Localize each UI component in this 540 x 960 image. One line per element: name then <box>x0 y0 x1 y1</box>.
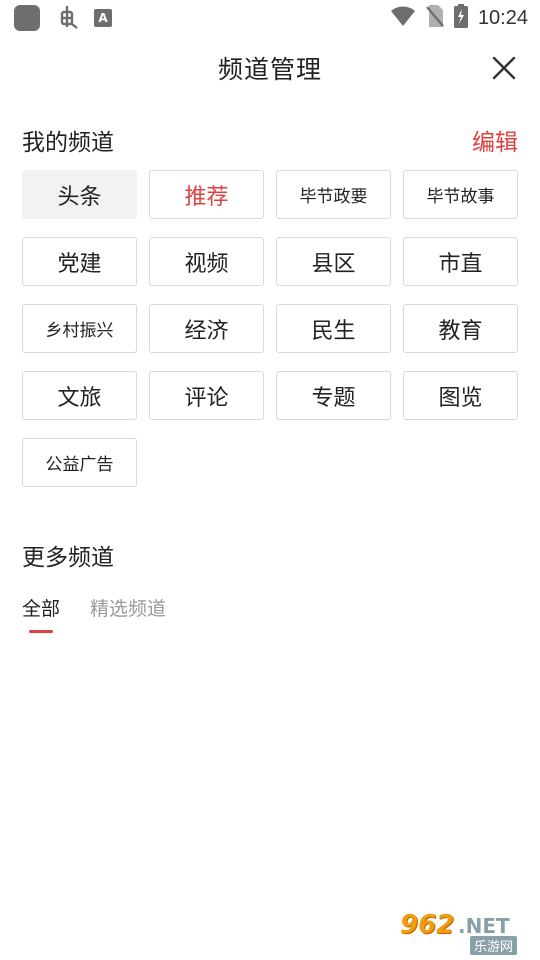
channel-chip[interactable]: 毕节故事 <box>403 170 518 219</box>
my-channels-grid: 头条 推荐 毕节政要 毕节故事党建 视频 县区 市直乡村振兴 经济 民生 教育文旅 评论 专题 图览公益… <box>22 170 518 487</box>
page-header: 频道管理 <box>0 40 540 96</box>
watermark-subtitle: 乐游网 <box>470 936 518 955</box>
channel-management-screen: A 10:24 频道管理 我的频道 编辑 头条 推荐 毕节政要 毕节故事 党建 … <box>0 0 540 960</box>
no-sim-icon <box>426 4 444 32</box>
channel-chip[interactable]: 市直 <box>403 237 518 286</box>
more-channels-tabs: 全部 精选频道 <box>22 594 166 633</box>
battery-charging-icon <box>453 4 468 32</box>
close-icon <box>492 56 516 80</box>
channel-chip[interactable]: 图览 <box>403 371 518 420</box>
status-time: 10:24 <box>477 6 528 29</box>
text-a-icon: A <box>94 9 112 27</box>
channel-chip[interactable]: 县区 <box>276 237 391 286</box>
channel-chip[interactable]: 经济 <box>149 304 264 353</box>
close-button[interactable] <box>488 52 520 84</box>
channel-chip[interactable]: 视频 <box>149 237 264 286</box>
tab-underline <box>29 630 53 633</box>
channel-chip[interactable]: 党建 <box>22 237 137 286</box>
status-right-icons: 10:24 <box>390 4 528 32</box>
status-left-icons: A <box>14 3 112 33</box>
watermark-net: .NET <box>458 914 510 938</box>
app-square-icon <box>14 5 40 31</box>
watermark-logo: 962 .NET 乐游网 <box>400 910 532 955</box>
channel-chip[interactable]: 推荐 <box>149 170 264 219</box>
tab-1[interactable]: 精选频道 <box>90 594 166 633</box>
channel-chip[interactable]: 文旅 <box>22 371 137 420</box>
channel-chip[interactable]: 公益广告 <box>22 438 137 487</box>
my-channels-title: 我的频道 <box>22 130 114 156</box>
tab-label: 全部 <box>22 598 61 620</box>
tab-0[interactable]: 全部 <box>22 594 60 633</box>
channel-chip[interactable]: 教育 <box>403 304 518 353</box>
wifi-icon <box>390 5 416 31</box>
channel-chip[interactable]: 头条 <box>22 170 137 219</box>
status-bar: A 10:24 <box>0 0 540 36</box>
page-title: 频道管理 <box>217 55 322 84</box>
edit-button[interactable]: 编辑 <box>472 123 518 157</box>
my-channels-header: 我的频道 编辑 <box>22 120 518 160</box>
more-channels-title: 更多频道 <box>22 545 114 571</box>
channel-chip[interactable]: 评论 <box>149 371 264 420</box>
watermark-number: 962 <box>400 910 455 940</box>
bug-icon <box>54 3 80 33</box>
channel-chip[interactable]: 乡村振兴 <box>22 304 137 353</box>
tab-label: 精选频道 <box>90 598 167 620</box>
channel-chip[interactable]: 民生 <box>276 304 391 353</box>
channel-chip[interactable]: 专题 <box>276 371 391 420</box>
channel-chip[interactable]: 毕节政要 <box>276 170 391 219</box>
